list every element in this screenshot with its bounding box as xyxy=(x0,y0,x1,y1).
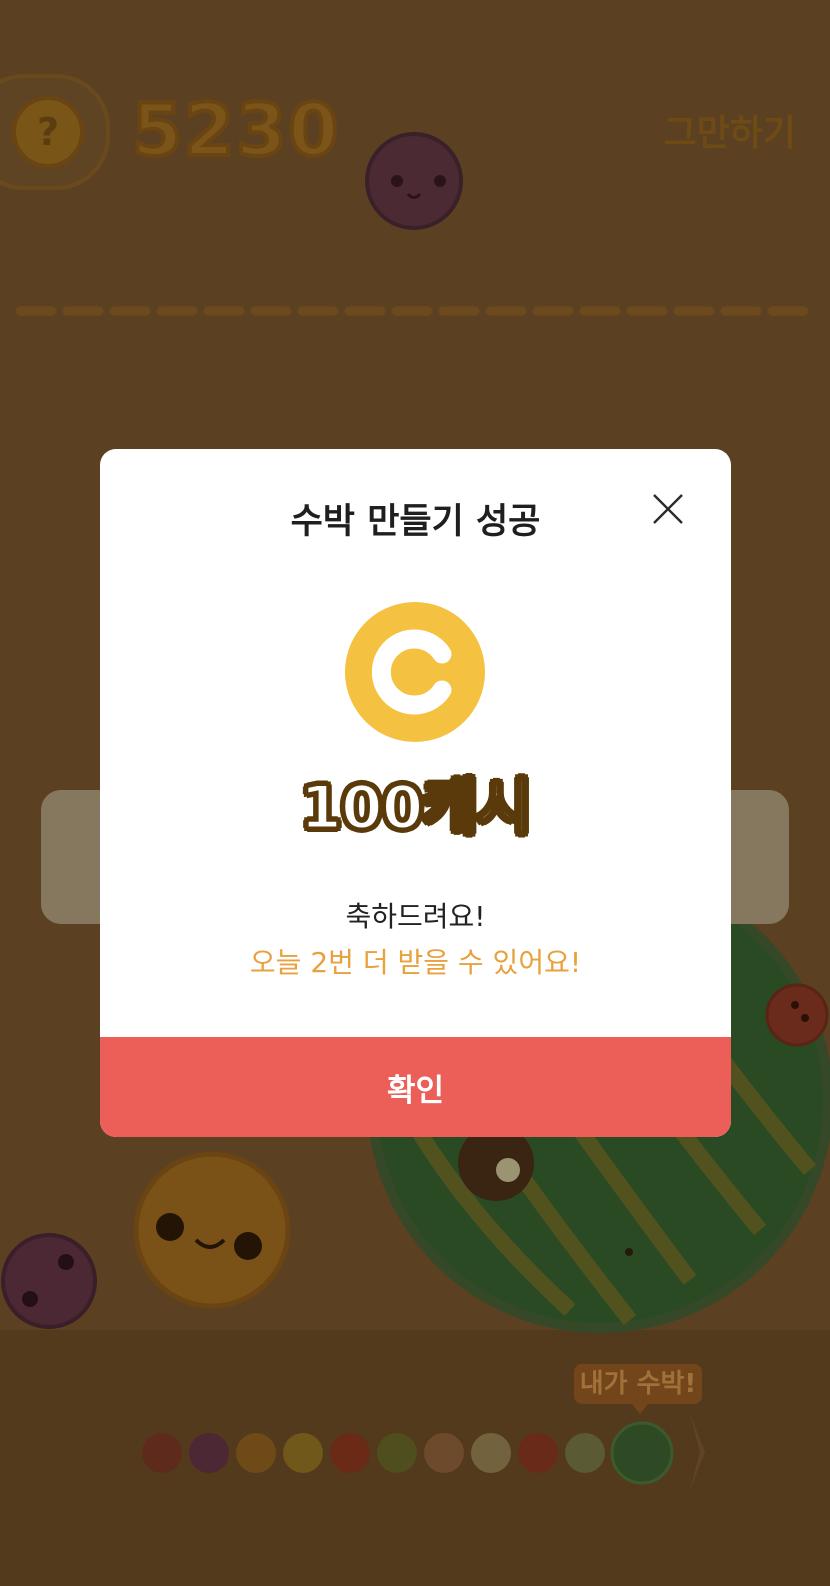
progress-lemon xyxy=(283,1433,323,1473)
question-mark-icon: ? xyxy=(36,110,60,154)
progress-peach xyxy=(424,1433,464,1473)
dialog-title: 수박 만들기 성공 xyxy=(290,502,541,542)
falling-grape xyxy=(365,132,463,230)
score-display: 5230 xyxy=(130,86,341,174)
progress-grape xyxy=(189,1433,229,1473)
progress-kiwi xyxy=(377,1433,417,1473)
next-goal-bubble: 내가 수박! xyxy=(574,1364,702,1414)
quit-button[interactable]: 그만하기 xyxy=(664,104,796,156)
progress-tangerine xyxy=(236,1433,276,1473)
progress-tomato xyxy=(518,1433,558,1473)
progress-melon xyxy=(565,1433,605,1473)
close-icon[interactable] xyxy=(650,491,686,527)
progress-apple xyxy=(330,1433,370,1473)
confirm-button[interactable]: 확인 xyxy=(100,1037,731,1137)
progress-cherry xyxy=(142,1433,182,1473)
grape-fruit xyxy=(1,1233,97,1329)
help-button[interactable]: ? xyxy=(12,96,84,168)
cherry-fruit xyxy=(765,983,829,1047)
progress-watermelon xyxy=(610,1421,674,1485)
progress-pear xyxy=(471,1433,511,1473)
success-dialog: 수박 만들기 성공 C 100캐시 축하드려요! 오늘 2번 더 받을 수 있어… xyxy=(100,449,731,1137)
cash-coin-icon: C xyxy=(345,602,485,742)
tangerine-fruit xyxy=(133,1151,291,1309)
remaining-count-message: 오늘 2번 더 받을 수 있어요! xyxy=(249,946,582,979)
reward-amount: 100캐시 xyxy=(299,772,534,845)
congrats-message: 축하드려요! xyxy=(345,900,486,933)
